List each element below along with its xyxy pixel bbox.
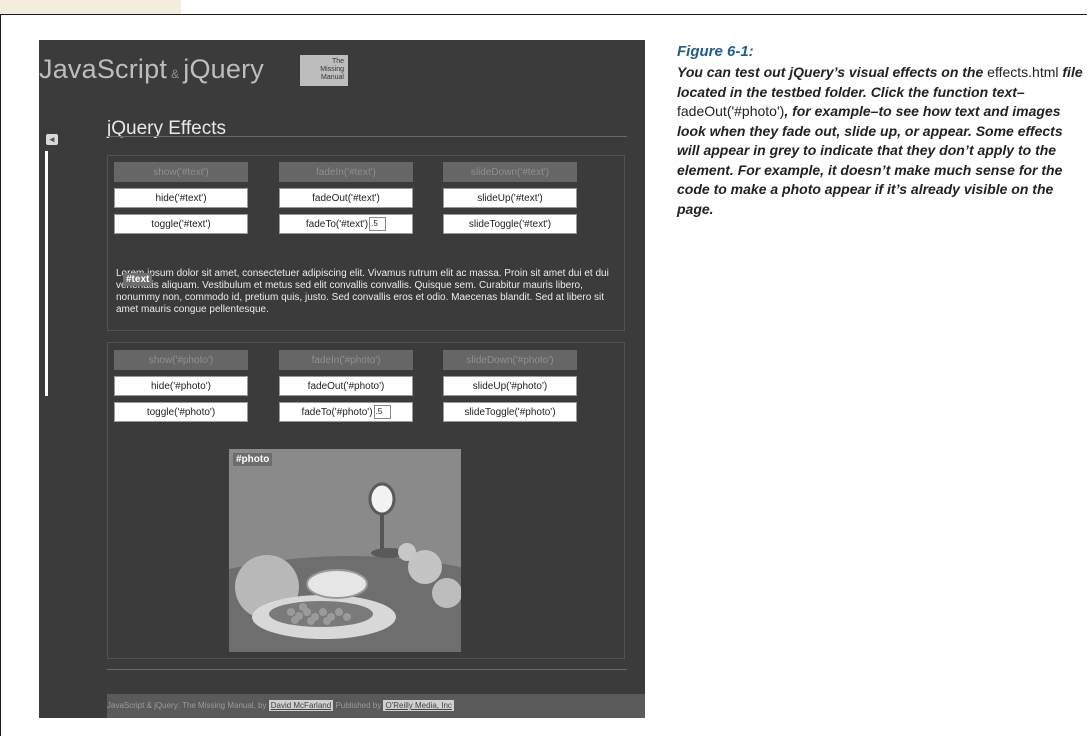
- effect-button-label: fadeIn('#photo'): [311, 355, 381, 366]
- text-effect-button[interactable]: fadeIn('#text'): [279, 162, 413, 182]
- opacity-input[interactable]: .5: [373, 405, 391, 420]
- effects-page-screenshot: JavaScript & jQuery The Missing Manual ◂ j…: [39, 40, 645, 718]
- photo-sample: #photo: [229, 449, 461, 652]
- caption-code: effects.html: [987, 64, 1059, 80]
- text-effect-button[interactable]: slideToggle('#text'): [443, 214, 577, 234]
- photo-orange-half: [306, 569, 368, 599]
- photo-effect-button[interactable]: slideDown('#photo'): [443, 350, 577, 370]
- text-effect-button[interactable]: slideDown('#text'): [443, 162, 577, 182]
- site-footer: JavaScript & jQuery: The Missing Manual,…: [107, 694, 645, 718]
- figure-caption-body: You can test out jQuery’s visual effects…: [677, 63, 1087, 219]
- text-effect-button[interactable]: hide('#text'): [114, 188, 248, 208]
- effect-button-label: toggle('#text'): [151, 219, 211, 230]
- photo-orange: [398, 543, 416, 561]
- effect-button-label: toggle('#photo'): [146, 407, 216, 418]
- effect-button-label: slideDown('#text'): [470, 167, 550, 178]
- photo-effect-button[interactable]: fadeIn('#photo'): [279, 350, 413, 370]
- photo-effect-button[interactable]: slideUp('#photo'): [443, 376, 577, 396]
- photo-mirror: [368, 482, 396, 516]
- effect-button-label: slideUp('#text'): [477, 193, 543, 204]
- missing-manual-logo: The Missing Manual: [300, 55, 348, 86]
- page-corner-tab: [0, 0, 181, 14]
- effect-button-label: hide('#photo'): [151, 381, 211, 392]
- effect-button-label: slideDown('#photo'): [466, 355, 554, 366]
- footer-text: Published by: [335, 701, 382, 710]
- photo-effect-button[interactable]: fadeTo('#photo') .5: [279, 402, 413, 422]
- text-effect-button[interactable]: fadeOut('#text'): [279, 188, 413, 208]
- figure-caption-title: Figure 6-1:: [677, 43, 754, 60]
- sidebar-scrollbar[interactable]: [45, 151, 48, 396]
- footer-text: JavaScript & jQuery: The Missing Manual,…: [107, 701, 267, 710]
- sidebar-toggle-icon[interactable]: ◂: [46, 134, 58, 145]
- still-life-photo: [229, 449, 461, 652]
- text-effect-button[interactable]: show('#text'): [114, 162, 248, 182]
- logo-line: Missing: [320, 66, 344, 73]
- effect-button-label: fadeIn('#text'): [316, 167, 376, 178]
- heading-divider: [107, 136, 627, 137]
- site-title-jquery: jQuery: [183, 54, 265, 84]
- text-element-tag: #text: [123, 273, 153, 286]
- effect-button-label: fadeTo('#photo'): [301, 407, 373, 418]
- footer-publisher-link[interactable]: O'Reilly Media, Inc: [383, 700, 454, 711]
- caption-text: You can test out jQuery’s visual effects…: [677, 64, 988, 80]
- effect-button-label: hide('#text'): [155, 193, 207, 204]
- logo-line: Manual: [321, 74, 344, 81]
- photo-effect-button[interactable]: show('#photo'): [114, 350, 248, 370]
- effect-button-label: fadeOut('#photo'): [307, 381, 385, 392]
- text-effect-button[interactable]: fadeTo('#text') .5: [279, 214, 413, 234]
- photo-mirror-stand: [380, 513, 384, 553]
- footer-divider: [107, 669, 627, 670]
- photo-effect-button[interactable]: fadeOut('#photo'): [279, 376, 413, 396]
- caption-code: fadeOut('#photo'): [677, 103, 785, 119]
- site-title-javascript: JavaScript: [39, 54, 168, 84]
- effect-button-label: slideToggle('#text'): [468, 219, 552, 230]
- caption-text: , for example–to see how text and images…: [677, 103, 1063, 217]
- effect-button-label: show('#photo'): [148, 355, 214, 366]
- logo-line: The: [331, 58, 344, 65]
- photo-orange: [432, 578, 461, 608]
- opacity-input[interactable]: .5: [369, 217, 387, 232]
- effect-button-label: fadeTo('#text'): [305, 219, 369, 230]
- text-sample: Lorem ipsum dolor sit amet, consectetuer…: [116, 268, 609, 315]
- site-title: JavaScript & jQuery: [39, 54, 264, 85]
- photo-element-tag: #photo: [233, 453, 273, 466]
- text-effect-button[interactable]: toggle('#text'): [114, 214, 248, 234]
- site-title-amp: &: [171, 67, 180, 81]
- text-effect-button[interactable]: slideUp('#text'): [443, 188, 577, 208]
- photo-effect-button[interactable]: slideToggle('#photo'): [443, 402, 577, 422]
- effect-button-label: fadeOut('#text'): [312, 193, 380, 204]
- effect-button-label: slideUp('#photo'): [472, 381, 548, 392]
- effect-button-label: show('#text'): [153, 167, 209, 178]
- photo-effect-button[interactable]: hide('#photo'): [114, 376, 248, 396]
- footer-author-link[interactable]: David McFarland: [268, 700, 334, 711]
- effect-button-label: slideToggle('#photo'): [464, 407, 556, 418]
- photo-effect-button[interactable]: toggle('#photo'): [114, 402, 248, 422]
